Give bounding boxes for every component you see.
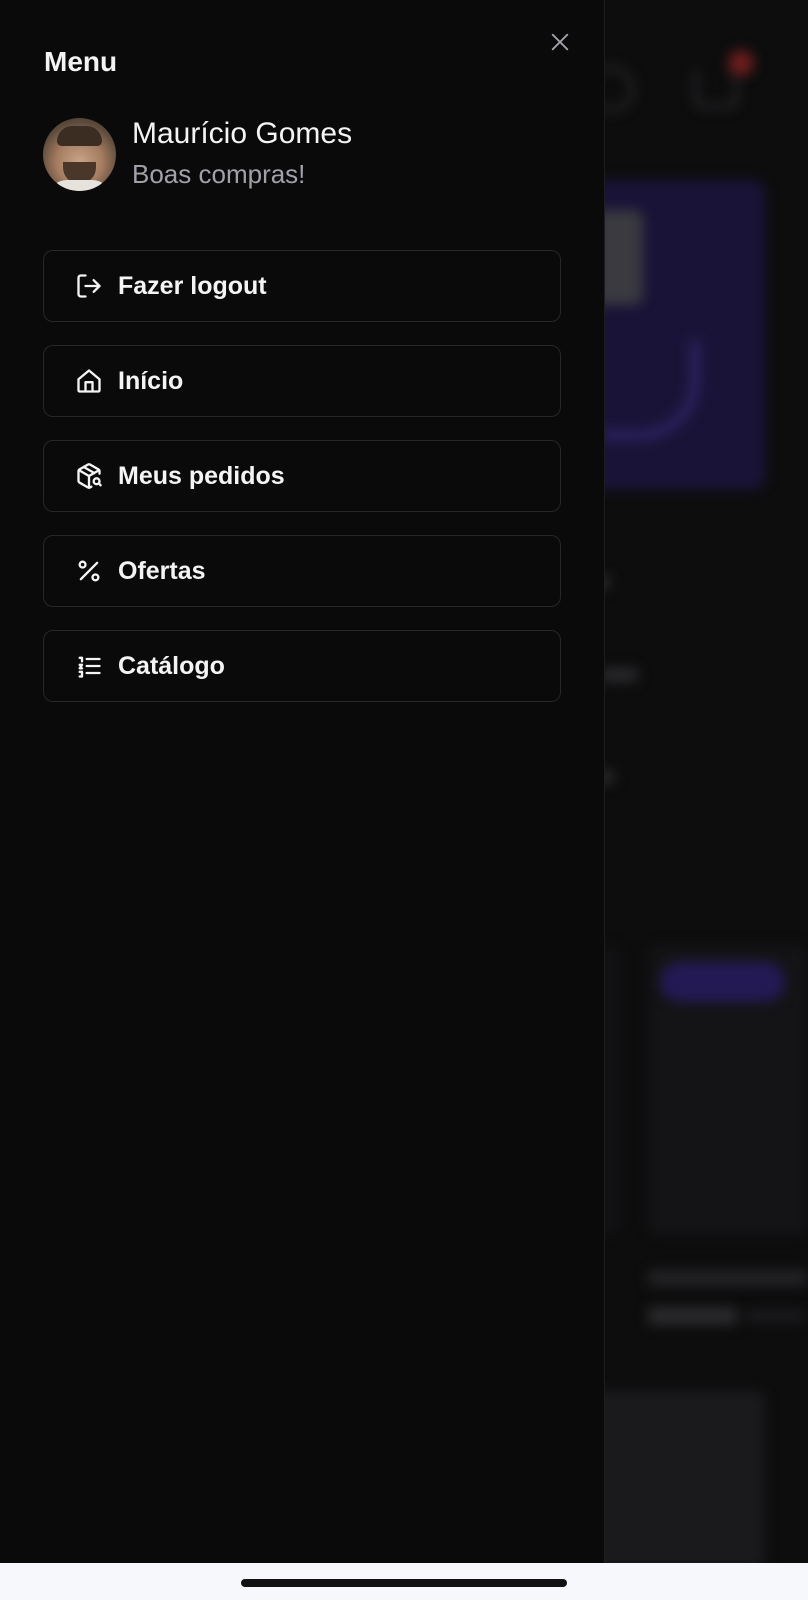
menu-title: Menu bbox=[44, 46, 118, 77]
home-icon bbox=[74, 366, 104, 396]
close-button[interactable] bbox=[546, 28, 574, 56]
close-icon bbox=[551, 33, 569, 51]
background-product-price bbox=[648, 1307, 738, 1325]
menu-item-label: Ofertas bbox=[118, 556, 206, 585]
user-greeting: Boas compras! bbox=[132, 159, 306, 189]
menu-nav: Fazer logout Início Meus pedidos Ofertas… bbox=[43, 250, 561, 725]
menu-item-label: Início bbox=[118, 366, 184, 395]
background-text bbox=[600, 668, 638, 682]
background-discount-badge bbox=[660, 962, 785, 1002]
user-name: Maurício Gomes bbox=[132, 117, 353, 150]
menu-item-label: Catálogo bbox=[118, 651, 225, 680]
avatar bbox=[43, 117, 116, 191]
background-product-card bbox=[580, 1390, 765, 1563]
menu-item-home[interactable]: Início bbox=[43, 345, 561, 417]
menu-item-label: Meus pedidos bbox=[118, 461, 285, 490]
percent-icon bbox=[74, 556, 104, 586]
menu-item-offers[interactable]: Ofertas bbox=[43, 535, 561, 607]
list-ordered-icon bbox=[74, 651, 104, 681]
background-cart-icon bbox=[694, 70, 738, 108]
package-search-icon bbox=[74, 461, 104, 491]
user-profile: Maurício Gomes Boas compras! bbox=[43, 116, 352, 192]
menu-item-my-orders[interactable]: Meus pedidos bbox=[43, 440, 561, 512]
background-cart-badge bbox=[728, 50, 754, 76]
side-menu-drawer: Menu Maurício Gomes Boas compras! Fazer … bbox=[0, 0, 605, 1563]
menu-item-catalog[interactable]: Catálogo bbox=[43, 630, 561, 702]
home-indicator[interactable] bbox=[241, 1579, 567, 1587]
background-product-old-price bbox=[745, 1310, 805, 1322]
menu-item-logout[interactable]: Fazer logout bbox=[43, 250, 561, 322]
logout-icon bbox=[74, 271, 104, 301]
background-product-title bbox=[648, 1270, 808, 1286]
menu-item-label: Fazer logout bbox=[118, 271, 267, 300]
